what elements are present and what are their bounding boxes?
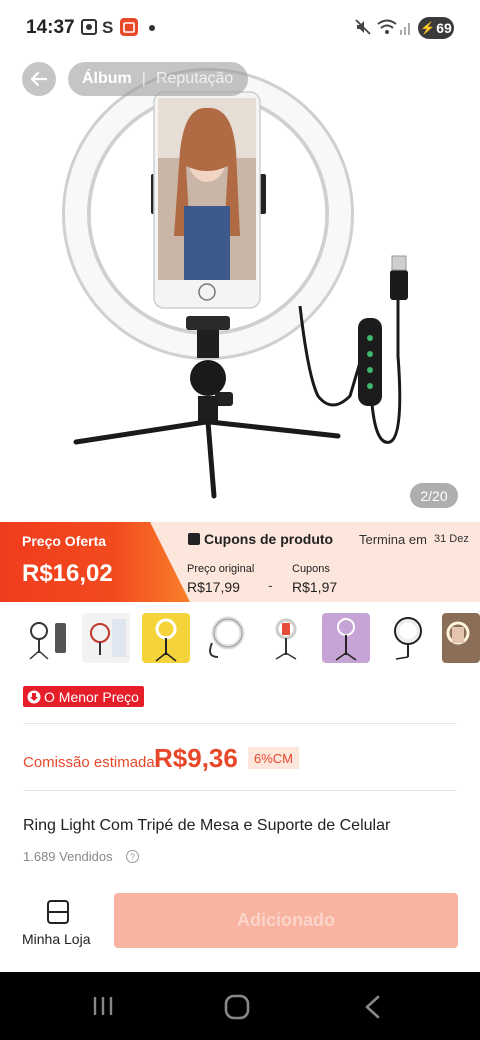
thumbnail-strip (0, 610, 480, 670)
navigation-bar (0, 972, 480, 1040)
battery-indicator: ⚡ 69 (418, 17, 454, 39)
original-price-label: Preço original (187, 563, 255, 575)
offer-price-value: R$16,02 (22, 560, 113, 587)
gallery-tabs: Álbum | Reputação (68, 62, 248, 96)
ring-light-photo (62, 68, 408, 499)
store-icon (47, 900, 69, 924)
down-arrow-icon (27, 690, 41, 703)
price-banner: Preço Oferta R$16,02 Cupons de produto T… (0, 522, 480, 602)
original-price-value: R$17,99 (187, 579, 240, 595)
thumbnail[interactable] (262, 613, 310, 663)
ends-date: 31 Dez (434, 533, 469, 545)
commission-value: R$9,36 (154, 743, 238, 773)
image-page-counter: 2/20 (410, 483, 458, 508)
my-store-button[interactable]: Minha Loja (14, 893, 100, 953)
s-app-icon: S (102, 18, 113, 36)
thumbnail[interactable] (82, 613, 130, 663)
coupon-discount-label: Cupons (292, 563, 330, 575)
my-store-label: Minha Loja (22, 931, 91, 947)
thumbnail[interactable] (442, 613, 480, 663)
product-image[interactable] (0, 56, 480, 522)
screenshot-icon (81, 19, 97, 35)
thumbnail[interactable] (142, 613, 190, 663)
coupon-title: Cupons de produto (204, 531, 334, 547)
mute-icon (355, 19, 371, 35)
divider (23, 790, 457, 791)
lowest-price-label: O Menor Preço (44, 688, 139, 705)
minus-sign: - (268, 577, 273, 593)
tab-reputation[interactable]: Reputação (156, 70, 233, 88)
recent-apps-icon[interactable] (90, 994, 116, 1018)
commission-label: Comissão estimada (23, 754, 155, 771)
product-title: Ring Light Com Tripé de Mesa e Suporte d… (23, 817, 391, 834)
arrow-left-icon (30, 71, 48, 87)
lowest-price-badge: O Menor Preço (23, 686, 144, 707)
signal-icon (400, 23, 410, 35)
wifi-icon (377, 19, 397, 34)
back-button[interactable] (22, 62, 56, 96)
offer-price-label: Preço Oferta (22, 533, 107, 549)
help-icon[interactable]: ? (126, 850, 139, 863)
thumbnail[interactable] (322, 613, 370, 663)
battery-charging-icon: ⚡ (420, 21, 436, 35)
sold-count: 1.689 Vendidos (23, 849, 113, 864)
home-icon[interactable] (224, 994, 250, 1020)
ends-label: Termina em (359, 532, 427, 547)
tab-album[interactable]: Álbum (82, 70, 132, 88)
status-time: 14:37 (26, 17, 75, 38)
thumbnail[interactable] (202, 613, 250, 663)
shopee-app-icon (120, 18, 138, 36)
svg-text:S: S (102, 18, 113, 36)
coupon-discount-value: R$1,97 (292, 579, 338, 595)
dot-icon (149, 25, 155, 31)
battery-level: 69 (436, 20, 452, 36)
thumbnail[interactable] (382, 613, 430, 663)
status-bar: 14:37 S ⚡ 69 (0, 0, 480, 56)
coupon-tag-icon (188, 533, 200, 545)
thumbnail[interactable] (22, 613, 70, 663)
back-nav-icon[interactable] (360, 994, 384, 1020)
tab-separator: | (141, 70, 146, 87)
added-button[interactable]: Adicionado (114, 893, 458, 948)
divider (23, 723, 457, 724)
app-screen: 14:37 S ⚡ 69 Álbum | Reputação 2/20 Preç… (0, 0, 480, 1040)
commission-rate-tag: 6%CM (248, 747, 300, 769)
